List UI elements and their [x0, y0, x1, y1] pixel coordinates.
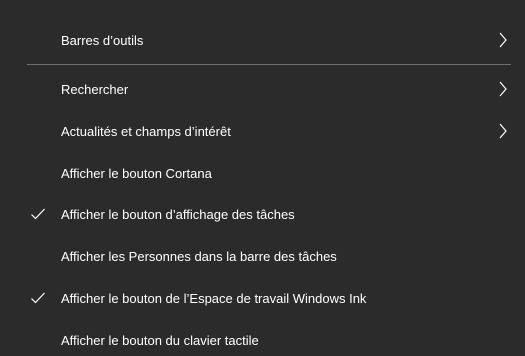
menu-item-cortana-button[interactable]: Afficher le bouton Cortana — [0, 152, 525, 194]
menu-item-label: Afficher le bouton d’affichage des tâche… — [61, 206, 295, 222]
menu-item-label: Afficher le bouton Cortana — [61, 165, 212, 181]
chevron-right-icon — [499, 32, 507, 48]
menu-item-label: Actualités et champs d’intérêt — [61, 123, 231, 139]
menu-item-toolbars[interactable]: Barres d’outils — [0, 19, 525, 61]
menu-item-task-view-button[interactable]: Afficher le bouton d’affichage des tâche… — [0, 193, 525, 235]
menu-item-label: Afficher le bouton du clavier tactile — [61, 332, 259, 348]
menu-item-touch-keyboard-button[interactable]: Afficher le bouton du clavier tactile — [0, 319, 525, 356]
chevron-right-icon — [499, 123, 507, 139]
checkmark-icon — [31, 208, 45, 220]
menu-item-search[interactable]: Rechercher — [0, 68, 525, 110]
menu-item-label: Afficher le bouton de l’Espace de travai… — [61, 290, 367, 306]
checkmark-icon — [31, 292, 45, 304]
menu-item-label: Rechercher — [61, 81, 129, 97]
menu-item-news-interests[interactable]: Actualités et champs d’intérêt — [0, 110, 525, 152]
menu-item-label: Afficher les Personnes dans la barre des… — [61, 248, 337, 264]
menu-separator — [27, 64, 511, 65]
taskbar-context-menu: Barres d’outils Rechercher Actualités et… — [0, 0, 525, 356]
menu-item-windows-ink-button[interactable]: Afficher le bouton de l’Espace de travai… — [0, 277, 525, 319]
chevron-right-icon — [499, 81, 507, 97]
menu-item-label: Barres d’outils — [61, 32, 144, 48]
menu-item-people-button[interactable]: Afficher les Personnes dans la barre des… — [0, 235, 525, 277]
